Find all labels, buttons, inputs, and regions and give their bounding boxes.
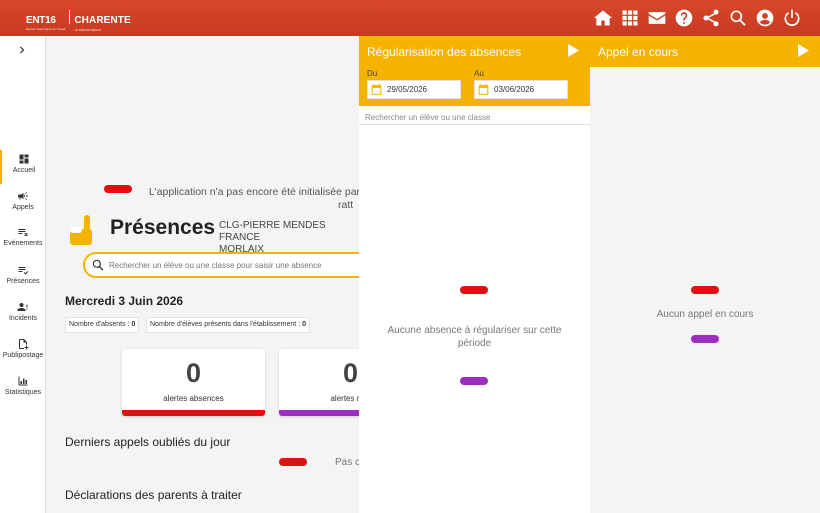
calendar-icon [371,84,382,95]
events-icon [18,229,28,237]
search-icon [92,259,104,271]
sidebar-item-label: Accueil [12,167,36,174]
status-indicator-purple [691,335,719,343]
sidebar: Accueil Appels Evénements Présences Inci… [0,36,46,513]
init-message: L'application n'a pas encore été initial… [148,186,374,198]
sidebar-item-label: Publipostage [2,352,44,359]
to-date-field[interactable]: 03/06/2026 [474,80,568,99]
to-date-value: 03/06/2026 [494,85,535,94]
sidebar-item-publipostage[interactable]: Publipostage [0,335,46,369]
alert-absences-label: alertes absences [163,394,224,403]
regularisation-title: Régularisation des absences [367,45,522,59]
logo-dept-text: CHARENTE [74,15,131,26]
date-title: Mercredi 3 Juin 2026 [65,294,184,308]
page-title: Présences [110,216,216,239]
power-icon[interactable] [782,8,802,28]
current-call-empty-message: Aucun appel en cours [656,309,754,320]
logo-ent-text: ENT16 [26,15,56,26]
presence-hand-icon [68,215,94,245]
absent-count-chip: Nombre d'absents : 0 [65,317,140,333]
init-message-cont: ratt [338,199,354,211]
calendar-icon [478,84,489,95]
alert-absences-count: 0 [185,358,202,388]
regularisation-panel: Régularisation des absences Du 29/05/202… [359,36,590,513]
sidebar-item-incidents[interactable]: Incidents [0,298,46,332]
share-icon[interactable] [701,8,721,28]
logo-dept-subtext: LE DÉPARTEMENT [74,28,102,32]
sidebar-item-appels[interactable]: Appels [0,187,46,221]
forgotten-calls-empty: Pas c [335,457,361,468]
home-icon[interactable] [593,8,613,28]
sidebar-item-evenements[interactable]: Evénements [0,223,46,257]
regularisation-search-placeholder: Rechercher un élève ou une classe [365,113,491,122]
ent16-logo[interactable]: ENT16 Espace Numérique de Travail CHAREN… [26,10,131,32]
student-search-bar[interactable] [83,252,373,278]
status-indicator-red [460,286,488,294]
dashboard-icon [19,154,29,164]
sidebar-item-label: Statistiques [4,389,42,396]
play-icon[interactable] [568,44,579,57]
sidebar-item-label: Evénements [3,240,43,247]
regularisation-empty-message: Aucune absence à régulariser sur cette p… [387,325,562,349]
present-count-chip: Nombre d'élèves présents dans l'établiss… [146,317,310,333]
absent-count-label: Nombre d'absents : [69,321,132,328]
from-date-field[interactable]: 29/05/2026 [367,80,461,99]
student-search-input[interactable] [109,257,369,274]
play-icon[interactable] [798,44,809,57]
sidebar-item-label: Incidents [8,315,38,322]
current-call-header: Appel en cours [590,36,820,67]
chevron-right-icon[interactable] [15,43,29,57]
status-indicator-red [691,286,719,294]
from-date-label: Du [367,69,378,78]
regularisation-header: Régularisation des absences Du 29/05/202… [359,36,590,106]
incidents-icon [17,303,28,311]
sidebar-item-statistiques[interactable]: Statistiques [0,372,46,406]
present-count-value: 0 [302,321,306,328]
mail-icon[interactable] [647,8,667,28]
account-icon[interactable] [755,8,775,28]
status-indicator-red [104,185,132,193]
top-bar: ENT16 Espace Numérique de Travail CHAREN… [0,0,820,36]
megaphone-icon [18,192,28,200]
apps-grid-icon[interactable] [620,8,640,28]
sidebar-item-label: Présences [6,278,40,285]
to-date-label: Au [474,69,484,78]
current-call-panel: Appel en cours Aucun appel en cours [590,36,820,513]
status-indicator-red [279,458,307,466]
sidebar-item-label: Appels [12,204,34,211]
logo-separator [69,10,71,24]
sidebar-item-accueil[interactable]: Accueil [0,150,46,184]
from-date-value: 29/05/2026 [387,85,428,94]
current-call-title: Appel en cours [598,45,679,59]
absent-count-value: 0 [131,321,136,328]
alert-absences-card[interactable]: 0 alertes absences [122,349,265,416]
parent-declarations-title: Déclarations des parents à traiter [65,488,242,502]
logo-ent-subtext: Espace Numérique de Travail [26,27,66,31]
school-name-line1: CLG-PIERRE MENDES FRANCE [219,220,326,243]
stats-icon [18,376,28,386]
top-icons [593,8,802,28]
regularisation-search-input[interactable]: Rechercher un élève ou une classe [359,111,590,125]
alert-absences-bar [122,410,265,416]
mailing-icon [19,339,29,350]
status-indicator-purple [460,377,488,385]
help-icon[interactable] [674,8,694,28]
sidebar-item-presences[interactable]: Présences [0,261,46,295]
present-count-label: Nombre d'élèves présents dans l'établiss… [150,321,303,328]
school-name: CLG-PIERRE MENDES FRANCE MORLAIX [219,220,369,256]
presences-icon [18,267,29,275]
forgotten-calls-title: Derniers appels oubliés du jour [65,435,231,449]
search-icon[interactable] [728,8,748,28]
